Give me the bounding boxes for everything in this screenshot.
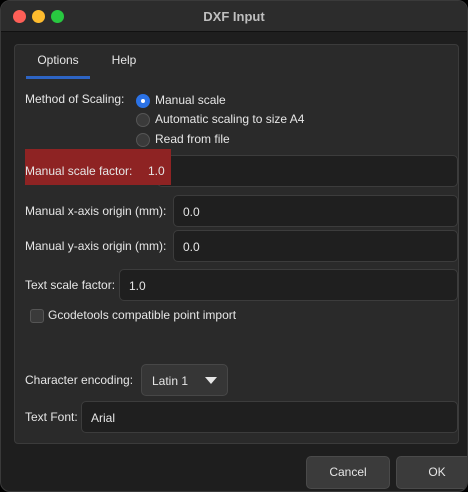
read-from-file-radio[interactable] (136, 133, 150, 147)
dialog-footer: Cancel OK (1, 451, 467, 491)
dxf-input-dialog: DXF Input Options Help Method of Scaling… (0, 0, 468, 492)
gcodetools-checkbox-label[interactable]: Gcodetools compatible point import (48, 308, 236, 322)
cancel-button[interactable]: Cancel (306, 456, 390, 489)
text-scale-label: Text scale factor: (25, 278, 116, 292)
manual-scale-radio-label[interactable]: Manual scale (155, 93, 226, 107)
tab-help[interactable]: Help (105, 53, 143, 75)
text-font-input[interactable]: Arial (81, 401, 458, 433)
manual-scale-radio[interactable] (136, 94, 150, 108)
x-origin-input[interactable]: 0.0 (173, 195, 458, 227)
active-tab-indicator (26, 76, 90, 79)
manual-scale-factor-input[interactable]: 1.0 (148, 164, 165, 178)
y-origin-input[interactable]: 0.0 (173, 230, 458, 262)
text-font-label: Text Font: (25, 410, 78, 424)
options-panel: Options Help Method of Scaling: Manual s… (14, 44, 459, 444)
auto-scale-a4-radio-label[interactable]: Automatic scaling to size A4 (155, 112, 304, 126)
y-origin-label: Manual y-axis origin (mm): (25, 239, 167, 253)
manual-scale-factor-input-frame[interactable] (157, 155, 458, 187)
x-origin-label: Manual x-axis origin (mm): (25, 204, 167, 218)
title-bar: DXF Input (1, 1, 467, 32)
manual-scale-factor-label: Manual scale factor: (25, 164, 133, 178)
window-title: DXF Input (203, 9, 265, 24)
tab-options[interactable]: Options (26, 53, 90, 75)
scaling-method-label: Method of Scaling: (25, 92, 125, 106)
encoding-label: Character encoding: (25, 373, 134, 387)
encoding-select[interactable]: Latin 1 (141, 364, 228, 396)
tab-bar: Options Help (15, 45, 458, 80)
text-scale-input[interactable]: 1.0 (119, 269, 458, 301)
chevron-down-icon (205, 377, 217, 384)
ok-button[interactable]: OK (396, 456, 467, 489)
auto-scale-a4-radio[interactable] (136, 113, 150, 127)
read-from-file-radio-label[interactable]: Read from file (155, 132, 230, 146)
gcodetools-checkbox[interactable] (30, 309, 44, 323)
encoding-select-value: Latin 1 (152, 374, 189, 388)
